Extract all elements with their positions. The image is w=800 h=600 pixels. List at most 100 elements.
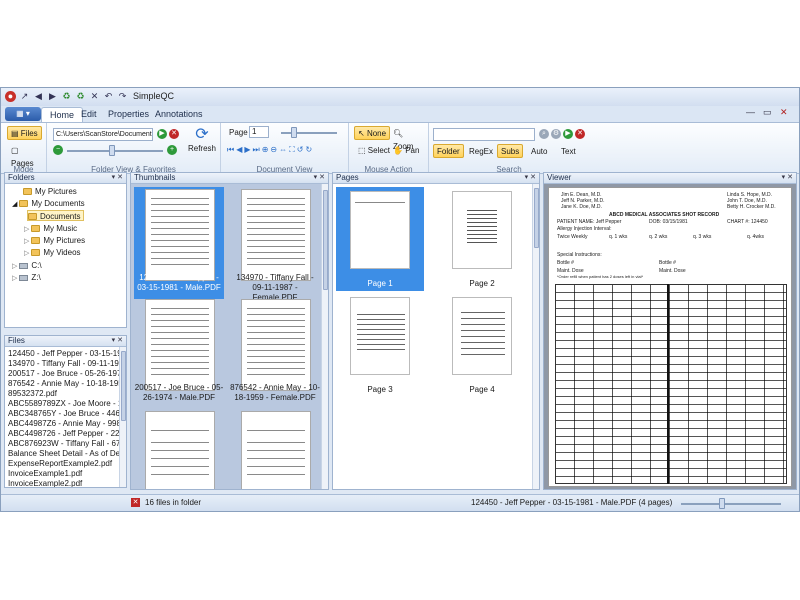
first-page-icon[interactable]: ⏮ — [227, 145, 234, 155]
mouse-none-button[interactable]: ↖ None — [354, 126, 391, 140]
tree-item-drive-z[interactable]: ▷ Z:\ — [12, 272, 41, 283]
files-mode-button[interactable]: ▤ Files — [7, 126, 42, 140]
fit-width-icon[interactable]: ⇔ — [279, 145, 287, 155]
back-icon[interactable]: ◀ — [33, 91, 44, 102]
page-item[interactable]: Page 2 — [438, 187, 526, 295]
collapsed-arrow-icon[interactable]: ▷ — [24, 226, 31, 233]
recycle-all-icon[interactable]: ♻ — [75, 91, 86, 102]
tree-item-my-videos[interactable]: ▷ My Videos — [24, 247, 81, 258]
page-zoom-slider[interactable] — [281, 132, 337, 134]
pages-scrollbar[interactable] — [532, 184, 539, 489]
panel-pin-icon[interactable]: ▾ ✕ — [525, 173, 536, 183]
pages-scroll-thumb[interactable] — [534, 188, 539, 248]
collapsed-arrow-icon[interactable]: ▷ — [24, 250, 31, 257]
search-input[interactable] — [433, 128, 535, 141]
thumbnails-scroll-thumb[interactable] — [323, 190, 328, 290]
zoom-out-icon[interactable]: − — [53, 145, 63, 155]
file-list-item[interactable]: ABC876923W - Tiffany Fall - 6789 f — [8, 439, 126, 449]
thumbnail-item[interactable]: 200517 - Joe Bruce - 05-26-1974 - Male.P… — [134, 297, 224, 409]
tree-item-drive-c[interactable]: ▷ C:\ — [12, 260, 42, 271]
page-item[interactable]: Page 1 — [336, 187, 424, 295]
file-list-item[interactable]: Balance Sheet Detail - As of Decem — [8, 449, 126, 459]
viewer-document[interactable]: Jim E. Dean, M.D. Jeff N. Parker, M.D. J… — [548, 187, 792, 487]
page-zoom-thumb[interactable] — [291, 127, 297, 138]
restore-icon[interactable]: ▭ — [763, 107, 772, 118]
thumbnail-item[interactable] — [134, 409, 224, 489]
thumbnail-size-thumb[interactable] — [109, 145, 115, 156]
search-subs-toggle[interactable]: Subs — [497, 144, 524, 158]
file-list-item[interactable]: 89532372.pdf — [8, 389, 57, 399]
zoom-in-icon[interactable]: + — [167, 145, 177, 155]
file-list-item[interactable]: ABC5589789ZX - Joe Moore - 1234 d — [8, 399, 126, 409]
search-icon[interactable]: ⌕ — [539, 129, 549, 139]
next-page-icon[interactable]: ▶ — [244, 145, 250, 155]
app-icon[interactable]: ● — [5, 91, 16, 102]
search-text-toggle[interactable]: Text — [557, 144, 580, 158]
status-zoom-thumb[interactable] — [719, 498, 725, 509]
application-menu-button[interactable]: ▦ ▾ — [5, 107, 41, 121]
mouse-zoom-button[interactable]: 🔍︎ Zoom — [389, 126, 428, 151]
forward-icon[interactable]: ▶ — [47, 91, 58, 102]
search-options-icon[interactable]: ⚙ — [551, 129, 561, 139]
thumbnail-item[interactable]: 134970 - Tiffany Fall - 09-11-1987 - Fem… — [230, 187, 320, 302]
panel-pin-icon[interactable]: ▾ ✕ — [314, 173, 325, 183]
refresh-button[interactable]: ⟳ Refresh — [187, 126, 217, 156]
remove-favorite-icon[interactable]: ✕ — [169, 129, 179, 139]
tree-item-my-pictures[interactable]: My Pictures — [23, 186, 77, 197]
file-list-item[interactable]: InvoiceExample1.pdf — [8, 469, 82, 479]
fit-page-icon[interactable]: ⛶ — [289, 145, 295, 155]
close-icon[interactable]: ✕ — [780, 107, 788, 118]
rotate-left-icon[interactable]: ↺ — [297, 145, 304, 155]
file-list-item[interactable]: ABC4498726 - Jeff Pepper - 2233 l — [8, 429, 126, 439]
prev-page-icon[interactable]: ◀ — [236, 145, 242, 155]
file-list-item[interactable]: 876542 - Annie May - 10-18-1959 — [8, 379, 126, 389]
delete-icon[interactable]: ✕ — [89, 91, 100, 102]
recycle-icon[interactable]: ♻ — [61, 91, 72, 102]
file-list-item[interactable]: ExpenseReportExample2.pdf — [8, 459, 112, 469]
search-clear-icon[interactable]: ✕ — [575, 129, 585, 139]
thumbnail-item[interactable] — [230, 409, 320, 489]
tree-item-documents[interactable]: Documents — [27, 210, 85, 221]
folder-path-input[interactable]: C:\Users\ScanStore\Documents\D — [53, 128, 153, 141]
tab-annotations[interactable]: Annotations — [147, 107, 211, 122]
file-list-item[interactable]: 124450 - Jeff Pepper - 03-15-1981 — [8, 349, 126, 359]
last-page-icon[interactable]: ⏭ — [253, 145, 260, 155]
file-list-item[interactable]: InvoiceExample2.pdf — [8, 479, 82, 487]
thumbnail-item[interactable]: 124450 - Jeff Pepper - 03-15-1981 - Male… — [134, 187, 224, 299]
thumbnail-item[interactable]: 876542 - Annie May - 10-18-1959 - Female… — [230, 297, 320, 409]
tree-item-my-documents[interactable]: ◢ My Documents — [12, 198, 85, 209]
file-list-item[interactable]: 200517 - Joe Bruce - 05-26-1974 - — [8, 369, 126, 379]
go-icon[interactable]: ▶ — [157, 129, 167, 139]
tree-item-my-music[interactable]: ▷ My Music — [24, 223, 77, 234]
page-item[interactable]: Page 3 — [336, 293, 424, 401]
tree-item-my-pictures-2[interactable]: ▷ My Pictures — [24, 235, 85, 246]
search-auto-toggle[interactable]: Auto — [527, 144, 551, 158]
mouse-pan-button[interactable]: ✋ Pan — [389, 143, 423, 157]
search-regex-toggle[interactable]: RegEx — [465, 144, 497, 158]
search-folder-toggle[interactable]: Folder — [433, 144, 464, 158]
thumbnail-size-slider[interactable] — [67, 150, 163, 152]
files-scroll-thumb[interactable] — [121, 351, 126, 421]
panel-pin-icon[interactable]: ▾ ✕ — [782, 173, 793, 183]
search-go-icon[interactable]: ▶ — [563, 129, 573, 139]
page-number-input[interactable]: 1 — [249, 126, 269, 138]
collapsed-arrow-icon[interactable]: ▷ — [12, 275, 19, 282]
panel-pin-icon[interactable]: ▾ ✕ — [112, 336, 123, 346]
files-scrollbar[interactable] — [119, 347, 126, 487]
status-zoom-slider[interactable] — [681, 503, 781, 505]
mouse-select-button[interactable]: ⬚ Select — [354, 143, 394, 157]
undo-icon[interactable]: ↶ — [103, 91, 114, 102]
pages-mode-button[interactable]: ▢ Pages — [7, 143, 46, 168]
file-list-item[interactable]: 134970 - Tiffany Fall - 09-11-1987 — [8, 359, 126, 369]
open-icon[interactable]: ↗ — [19, 91, 30, 102]
redo-icon[interactable]: ↷ — [117, 91, 128, 102]
rotate-right-icon[interactable]: ↻ — [305, 145, 312, 155]
file-list-item[interactable]: ABC44987Z6 - Annie May - 9987 D — [8, 419, 126, 429]
minimize-icon[interactable]: — — [746, 107, 755, 117]
file-list-item[interactable]: ABC348765Y - Joe Bruce - 4467 un — [8, 409, 126, 419]
thumbnails-scrollbar[interactable] — [321, 184, 328, 489]
page-item[interactable]: Page 4 — [438, 293, 526, 401]
collapsed-arrow-icon[interactable]: ▷ — [12, 263, 19, 270]
zoom-in-page-icon[interactable]: ⊕ — [262, 145, 269, 155]
collapsed-arrow-icon[interactable]: ▷ — [24, 238, 31, 245]
